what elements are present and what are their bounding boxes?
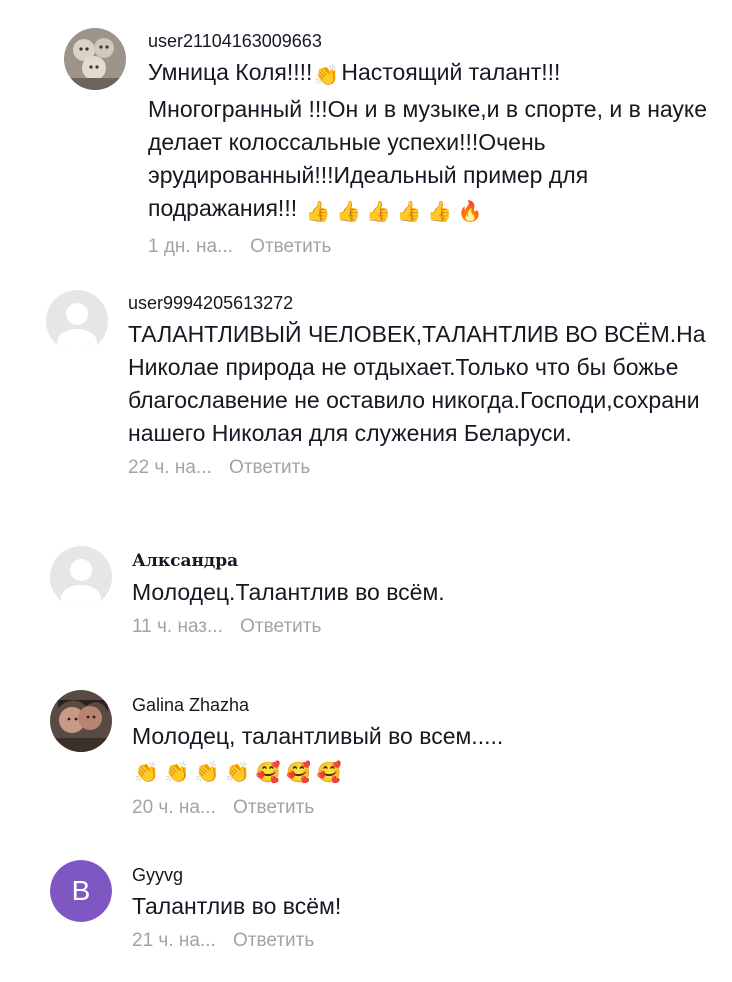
- comment-meta: 22 ч. на... Ответить: [128, 456, 708, 480]
- comment-text: Талантлив во всём!: [132, 893, 342, 919]
- comment-time: 1 дн. на...: [148, 236, 233, 257]
- reply-button[interactable]: Ответить: [229, 457, 310, 478]
- comment-meta: 20 ч. на... Ответить: [132, 796, 712, 820]
- comment-time: 20 ч. на...: [132, 797, 216, 818]
- comment-username[interactable]: user21104163009663: [148, 30, 708, 52]
- comment-username[interactable]: Алксандра: [132, 550, 692, 572]
- reply-button[interactable]: Ответить: [250, 236, 331, 257]
- reply-button[interactable]: Ответить: [233, 930, 314, 951]
- avatar[interactable]: [64, 28, 126, 90]
- comment-username[interactable]: Galina Zhazha: [132, 694, 712, 716]
- thumbs-up-fire-icons: 👍 👍 👍 👍 👍 🔥: [305, 201, 483, 223]
- comment-meta: 1 дн. на... Ответить: [148, 235, 708, 259]
- comment-time: 21 ч. на...: [132, 930, 216, 951]
- avatar[interactable]: B: [50, 860, 112, 922]
- comment-time: 22 ч. на...: [128, 457, 212, 478]
- comment-text-part: Умница Коля!!!!: [148, 59, 313, 85]
- clapping-hands-icon: 👏: [314, 65, 340, 87]
- comment-text: Умница Коля!!!! 👏Настоящий талант!!! Мног…: [148, 56, 708, 229]
- comment-text: Молодец.Талантлив во всём.: [132, 579, 445, 605]
- comment-time: 11 ч. наз...: [132, 616, 223, 637]
- comment-meta: 21 ч. на... Ответить: [132, 929, 692, 953]
- avatar[interactable]: [50, 690, 112, 752]
- avatar[interactable]: [46, 290, 108, 352]
- comment-text: ТАЛАНТЛИВЫЙ ЧЕЛОВЕК,ТАЛАНТЛИВ ВО ВСЁМ.На…: [128, 321, 706, 446]
- comment-text-part: Молодец, талантливый во всем.....: [132, 723, 504, 749]
- avatar-letter: B: [50, 860, 112, 922]
- clapping-hands-smiling-hearts-icons: 👏 👏 👏 👏 🥰 🥰 🥰: [134, 762, 342, 784]
- comment-meta: 11 ч. наз... Ответить: [132, 615, 692, 639]
- comment-username[interactable]: user9994205613272: [128, 292, 708, 314]
- reply-button[interactable]: Ответить: [233, 797, 314, 818]
- avatar[interactable]: [50, 546, 112, 608]
- reply-button[interactable]: Ответить: [240, 616, 321, 637]
- comment-text: Молодец, талантливый во всем..... 👏 👏 👏 …: [132, 720, 712, 790]
- comment-username[interactable]: Gyyvg: [132, 864, 692, 886]
